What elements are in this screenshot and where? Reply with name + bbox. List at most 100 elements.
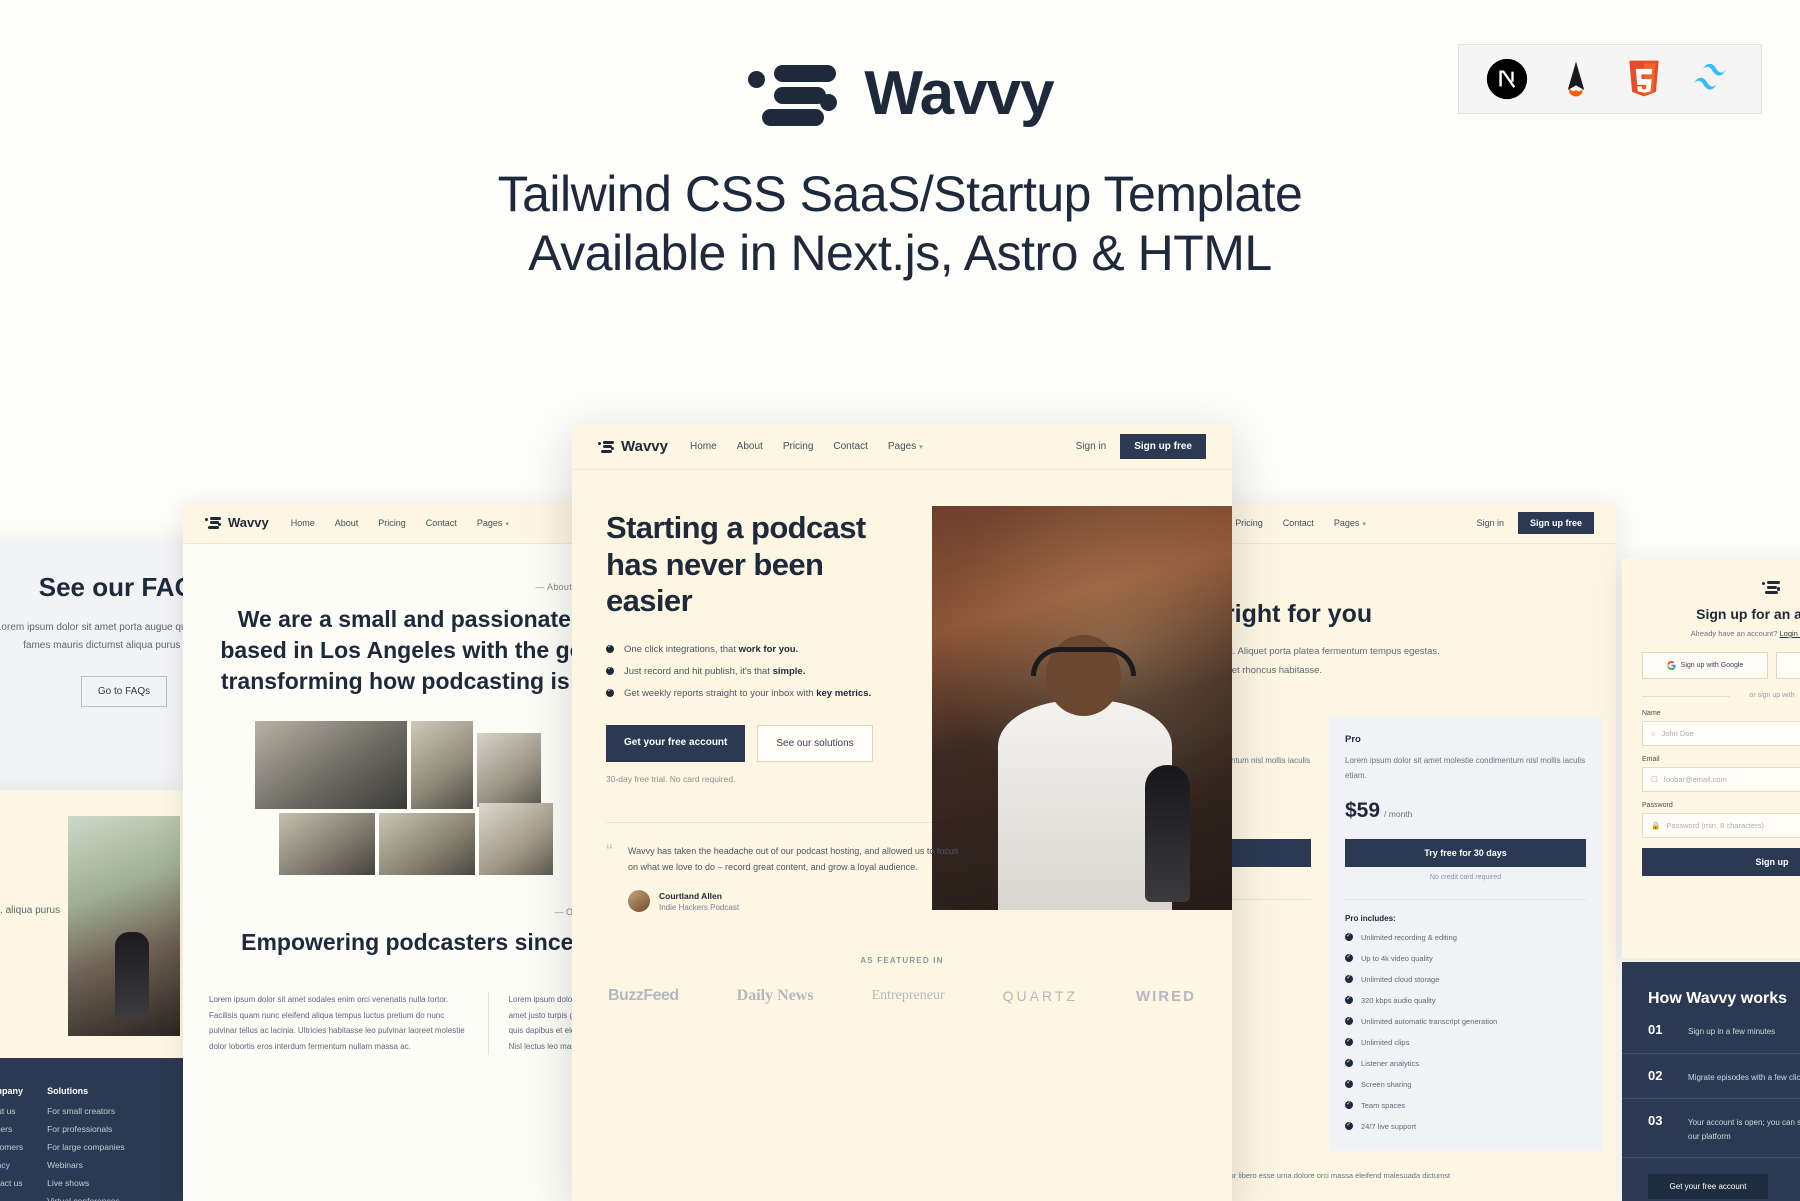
name-input[interactable]: ○ John Doe (1642, 721, 1800, 746)
step-number: 01 (1648, 1022, 1663, 1037)
about-photo (279, 813, 375, 876)
footer-link[interactable]: Customers (0, 1142, 23, 1152)
plan-includes-label: Pro includes: (1345, 899, 1586, 923)
login-link[interactable]: Login to your account. (1780, 629, 1800, 638)
nav-link-home[interactable]: Home (690, 441, 717, 452)
hero-trial-note: 30-day free trial. No card required. (606, 773, 736, 784)
nav-link-home[interactable]: Home (291, 518, 315, 528)
how-title: How Wavvy works (1648, 990, 1788, 1007)
pricing-plan-pro[interactable]: Pro Lorem ipsum dolor sit amet molestie … (1329, 716, 1602, 1152)
check-icon (1345, 1058, 1353, 1068)
hero-preview-panel[interactable]: Wavvy Home About Pricing Contact Pages ▾ … (572, 424, 1232, 1201)
signup-field-email: Email ☐ foobar@email.com (1642, 756, 1800, 792)
nav-link-pricing[interactable]: Pricing (1235, 518, 1263, 528)
nav-link-about[interactable]: About (737, 441, 763, 452)
sign-in-link[interactable]: Sign in (1076, 441, 1107, 452)
check-icon (1345, 974, 1353, 984)
plan-feature: Listener analytics (1345, 1058, 1586, 1070)
quote-icon: “ (606, 840, 613, 863)
check-icon (1345, 932, 1353, 942)
step-number: 02 (1648, 1067, 1663, 1083)
check-icon (1345, 1037, 1353, 1047)
wavvy-logo-icon (598, 440, 615, 454)
footer-link[interactable]: Privacy (0, 1160, 23, 1170)
plan-feature: Unlimited cloud storage (1345, 974, 1586, 986)
about-navbar: Wavvy Home About Pricing Contact Pages ▾ (183, 502, 631, 544)
hero-bullet: Just record and hit publish, it's that s… (606, 665, 902, 677)
bullet-text: Get weekly reports straight to your inbo… (624, 687, 817, 699)
sign-up-free-button[interactable]: Sign up free (1120, 434, 1206, 459)
wavvy-logo-icon (746, 59, 838, 129)
check-icon (1345, 1079, 1353, 1089)
footer-preview-panel[interactable]: u turpis. scelerisque n diam mi. Company… (0, 1058, 190, 1201)
go-to-faqs-button[interactable]: Go to FAQs (80, 676, 168, 707)
logo-quartz: QUARTZ (1002, 988, 1078, 1005)
footer-link[interactable]: Virtual conferences (47, 1196, 124, 1201)
footer-link[interactable]: Webinars (47, 1160, 124, 1170)
signup-submit-button[interactable]: Sign up (1642, 848, 1800, 876)
hero-navbar: Wavvy Home About Pricing Contact Pages ▾ … (572, 424, 1232, 470)
nav-link-about[interactable]: About (335, 518, 359, 528)
astro-icon (1552, 55, 1600, 103)
footer-link[interactable]: For small creators (47, 1106, 124, 1116)
check-icon (606, 687, 614, 697)
tech-badges (1458, 44, 1762, 114)
nav-link-contact[interactable]: Contact (833, 441, 867, 452)
sign-up-free-button[interactable]: Sign up free (1517, 511, 1594, 534)
nav-link-contact[interactable]: Contact (1283, 518, 1314, 528)
footer-link[interactable]: Live shows (47, 1178, 124, 1188)
signup-title: Sign up for an account (1696, 606, 1800, 622)
see-solutions-button[interactable]: See our solutions (757, 724, 873, 762)
chevron-down-icon: ▾ (1362, 520, 1366, 528)
field-label: Email (1642, 754, 1660, 763)
testimonial-name: Courtland Allen (659, 890, 722, 901)
nav-link-pages[interactable]: Pages ▾ (1334, 518, 1366, 528)
check-icon (1345, 995, 1353, 1005)
input-placeholder: John Doe (1661, 727, 1694, 738)
hero-testimonial: “ Wavvy has taken the headache out of ou… (606, 821, 966, 913)
about-preview-panel[interactable]: Wavvy Home About Pricing Contact Pages ▾ … (183, 502, 631, 1201)
signup-field-name: Name ○ John Doe (1642, 710, 1800, 746)
nav-link-pricing[interactable]: Pricing (783, 441, 814, 452)
testimonial-role: Indie Hackers Podcast (659, 902, 740, 912)
lock-icon: 🔒 (1651, 819, 1661, 830)
plan-cta-button[interactable]: Try free for 30 days (1345, 839, 1586, 868)
nav-link-pages[interactable]: Pages ▾ (477, 518, 509, 528)
password-input[interactable]: 🔒 Password (min. 8 characters) (1642, 813, 1800, 838)
footer-link[interactable]: For large companies (47, 1142, 124, 1152)
about-heading: We are a small and passionate team based… (220, 606, 631, 695)
chevron-down-icon: ▾ (505, 520, 509, 528)
headline-line-1: Tailwind CSS SaaS/Startup Template (497, 166, 1303, 222)
about-photo (255, 721, 407, 810)
footer-link[interactable]: For professionals (47, 1124, 124, 1134)
hero-bullet: Get weekly reports straight to your inbo… (606, 687, 902, 699)
signup-preview-panel[interactable]: Sign up for an account Already have an a… (1622, 558, 1800, 958)
how-cta-button[interactable]: Get your free account (1648, 1174, 1768, 1200)
email-input[interactable]: ☐ foobar@email.com (1642, 767, 1800, 792)
plan-feature: 320 kbps audio quality (1345, 995, 1586, 1007)
footer-link[interactable]: Contact us (0, 1178, 23, 1188)
how-step: 03 Your account is open; you can start r… (1622, 1099, 1800, 1159)
signup-apple-button[interactable]:  Sign up with Apple (1776, 652, 1800, 679)
story-paragraph: Lorem ipsum dolor sit amet sodales enim … (209, 995, 465, 1051)
nav-link-pages[interactable]: Pages ▾ (888, 441, 923, 452)
signup-google-button[interactable]: Sign up with Google (1642, 652, 1768, 679)
step-number: 03 (1648, 1113, 1663, 1129)
nav-link-pricing[interactable]: Pricing (378, 518, 406, 528)
hero-heading: Starting a podcast has never been easier (606, 510, 866, 619)
plan-note: No credit card required (1429, 874, 1502, 882)
signup-field-password: Password 🔒 Password (min. 8 characters) (1642, 802, 1800, 838)
field-label: Name (1642, 708, 1661, 717)
get-free-account-button[interactable]: Get your free account (606, 724, 746, 762)
footer-link[interactable]: About us (0, 1106, 23, 1116)
grow-photo (68, 816, 180, 1036)
grow-preview-panel[interactable]: g your ay augue quisque enim. aliqua pur… (0, 790, 188, 1058)
google-icon (1666, 661, 1676, 670)
check-icon (1345, 1121, 1353, 1131)
plan-feature: 24/7 live support (1345, 1121, 1586, 1133)
sign-in-link[interactable]: Sign in (1476, 518, 1504, 528)
how-it-works-panel[interactable]: How Wavvy works 01 Sign up in a few minu… (1622, 962, 1800, 1201)
nav-link-contact[interactable]: Contact (426, 518, 457, 528)
footer-link[interactable]: Careers (0, 1124, 23, 1134)
about-photo (411, 721, 473, 810)
